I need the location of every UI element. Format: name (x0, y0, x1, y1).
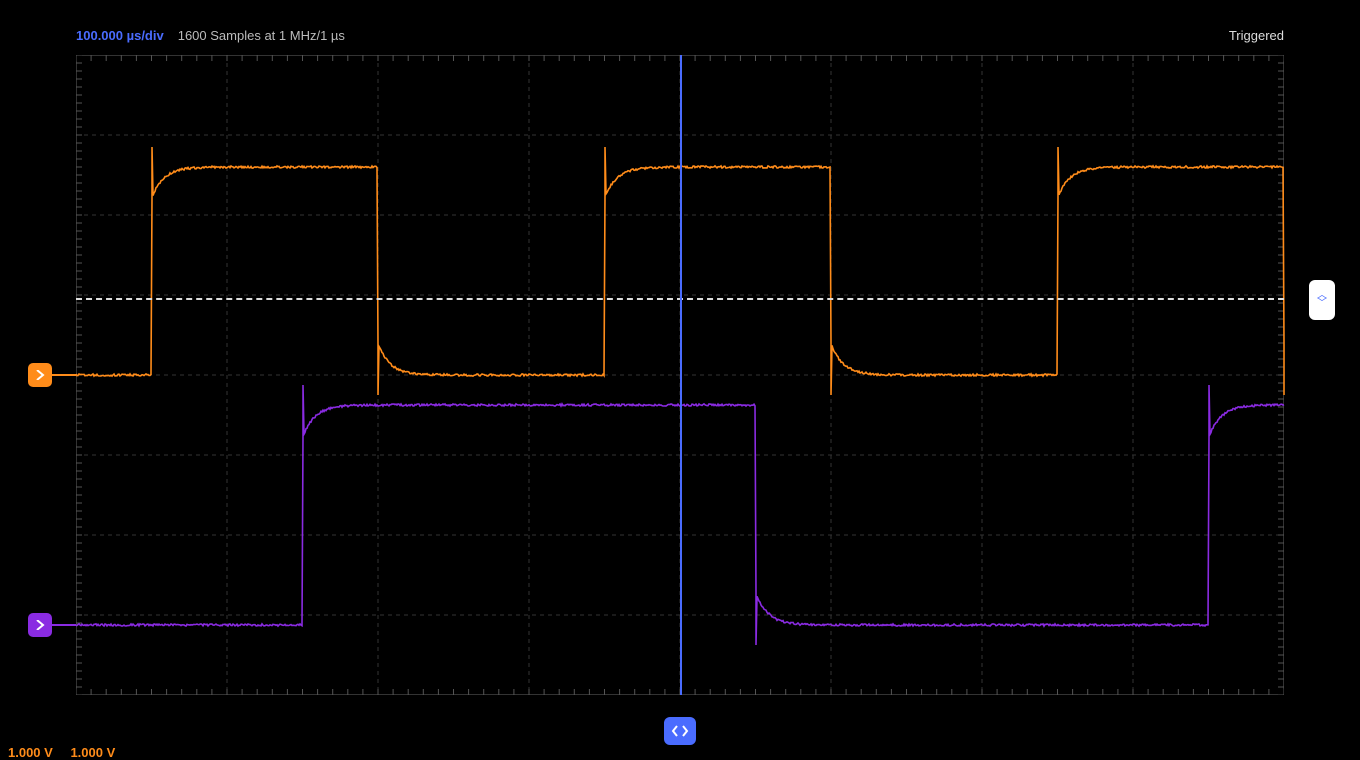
oscilloscope-view: 100.000 µs/div 1600 Samples at 1 MHz/1 µ… (0, 0, 1360, 760)
trigger-level-handle[interactable]: ︿ ﹀ (1309, 280, 1335, 320)
trigger-status: Triggered (1229, 28, 1284, 43)
trigger-time-line[interactable] (680, 55, 682, 695)
timebase-readout[interactable]: 100.000 µs/div (76, 28, 164, 43)
time-offset-handle[interactable] (664, 717, 696, 745)
chevron-down-icon: ﹀ (1317, 300, 1327, 308)
chevron-right-icon (35, 620, 45, 630)
ch2-offset-handle[interactable] (28, 613, 52, 637)
waveform-grid[interactable] (76, 55, 1284, 695)
sample-info-readout: 1600 Samples at 1 MHz/1 µs (178, 28, 345, 43)
channel-scale-bar: 1.000 V 1.000 V (8, 745, 115, 760)
ch1-offset-handle[interactable] (28, 363, 52, 387)
ch1-scale-readout[interactable]: 1.000 V (8, 745, 53, 760)
ch2-scale-readout[interactable]: 1.000 V (70, 745, 115, 760)
header-info-bar: 100.000 µs/div 1600 Samples at 1 MHz/1 µ… (76, 28, 1284, 43)
chevron-right-icon (35, 370, 45, 380)
chevron-left-right-icon (671, 724, 689, 738)
